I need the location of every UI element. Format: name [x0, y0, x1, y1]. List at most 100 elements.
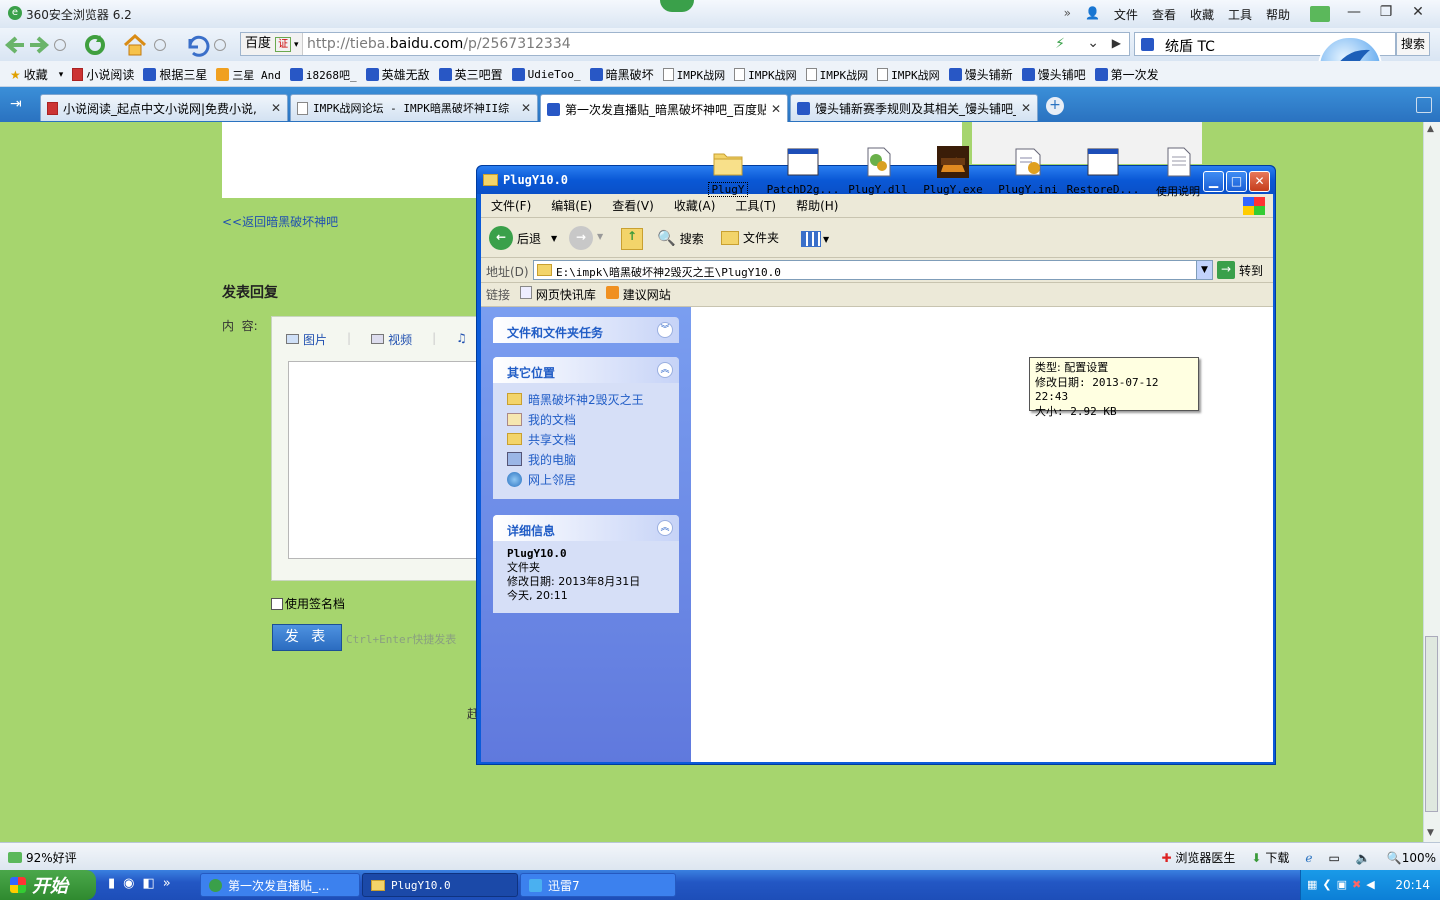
url-text[interactable]: http://tieba.baidu.com/p/2567312334	[307, 36, 571, 52]
home-icon[interactable]	[122, 33, 148, 57]
taskbar-item-browser[interactable]: 第一次发直播贴_...	[200, 873, 360, 897]
file-item-patchd2g[interactable]: PatchD2g...	[761, 146, 845, 196]
volume-icon[interactable]: 🔈	[1356, 851, 1371, 865]
forward-icon[interactable]	[28, 34, 50, 56]
explorer-close-button[interactable]: ✕	[1249, 171, 1270, 192]
address-dropdown-icon[interactable]: ▼	[1196, 261, 1212, 279]
menu-favorites[interactable]: 收藏	[1190, 6, 1214, 23]
rating-status[interactable]: 92%好评	[8, 849, 77, 866]
home-dropdown-icon[interactable]	[154, 39, 166, 51]
insert-image-button[interactable]: 图片	[286, 331, 327, 348]
minimize-button[interactable]: —	[1340, 3, 1368, 23]
explorer-menu-view[interactable]: 查看(V)	[612, 197, 654, 214]
explorer-menu-favorites[interactable]: 收藏(A)	[674, 197, 716, 214]
explorer-views-button[interactable]: ▼	[801, 228, 835, 250]
file-item-plugy-exe[interactable]: PlugY.exe	[911, 146, 995, 196]
security-icon[interactable]: ✖	[1352, 878, 1361, 891]
tab-mantou[interactable]: 馒头铺新赛季规则及其相关_馒头铺吧_ ✕	[790, 94, 1038, 121]
place-parent-folder[interactable]: 暗黑破坏神2毁灭之王	[507, 389, 665, 409]
up-folder-icon[interactable]: ↑	[621, 228, 643, 250]
bookmark-item[interactable]: 英三吧置	[438, 66, 503, 83]
taskbar-item-explorer[interactable]: PlugY10.0	[362, 873, 518, 897]
quicklaunch-media-icon[interactable]: ◧	[143, 876, 155, 891]
bookmark-item[interactable]: UdieToo_	[511, 66, 581, 83]
menu-tools[interactable]: 工具	[1228, 6, 1252, 23]
bookmark-item[interactable]: 小说阅读	[72, 66, 134, 83]
tab-close-icon[interactable]: ✕	[271, 101, 281, 115]
zoom-control[interactable]: 🔍100%	[1387, 851, 1436, 865]
browser-doctor-button[interactable]: ✚ 浏览器医生	[1162, 849, 1236, 866]
file-item-readme[interactable]: 使用说明	[1136, 146, 1220, 199]
go-icon[interactable]: ▶	[1112, 36, 1121, 50]
scroll-down-icon[interactable]: ▼	[1427, 828, 1434, 838]
bookmark-item[interactable]: 第一次发	[1094, 66, 1159, 83]
explorer-menu-file[interactable]: 文件(F)	[491, 197, 531, 214]
tab-novel[interactable]: 小说阅读_起点中文小说网|免费小说, ✕	[40, 94, 288, 121]
address-dropdown-icon[interactable]: ⌄	[1087, 35, 1099, 51]
forward-dropdown-icon[interactable]: ▼	[597, 232, 603, 241]
keyboard-icon[interactable]: ▦	[1307, 878, 1317, 891]
menu-help[interactable]: 帮助	[1266, 6, 1290, 23]
menu-view[interactable]: 查看	[1152, 6, 1176, 23]
tray-expand-icon[interactable]: ❮	[1322, 878, 1331, 891]
tab-close-icon[interactable]: ✕	[1021, 101, 1031, 115]
bookmark-item[interactable]: IMPK战网	[662, 66, 725, 83]
bookmark-favorites[interactable]: ★ 收藏 ▾	[10, 66, 63, 83]
music-icon[interactable]: ♫	[456, 331, 467, 348]
explorer-folders-button[interactable]: 文件夹	[721, 229, 779, 246]
taskbar-item-thunder[interactable]: 迅雷7	[520, 873, 676, 897]
explorer-go-button[interactable]: → 转到	[1217, 261, 1263, 279]
collapse-chevron-icon[interactable]: ︽	[657, 520, 673, 536]
explorer-maximize-button[interactable]: □	[1226, 171, 1247, 192]
signature-checkbox[interactable]	[271, 597, 283, 610]
window-icon[interactable]: ▭	[1328, 851, 1339, 865]
bookmark-item[interactable]: 三星 And	[216, 66, 281, 83]
bookmark-item[interactable]: IMPK战网	[877, 66, 940, 83]
explorer-back-button[interactable]: ← 后退 ▼	[489, 226, 557, 250]
explorer-address-input[interactable]: E:\impk\暗黑破坏神2毁灭之王\PlugY10.0 ▼	[533, 260, 1213, 280]
explorer-menu-edit[interactable]: 编辑(E)	[551, 197, 592, 214]
speaker-icon[interactable]: ◀	[1366, 878, 1374, 891]
address-bar[interactable]: 百度 证 ▾ http://tieba.baidu.com/p/25673123…	[240, 32, 1130, 56]
quicklaunch-browser-icon[interactable]: ◉	[123, 876, 134, 891]
file-item-plugy-dll[interactable]: PlugY.dll	[836, 146, 920, 196]
file-item-restored[interactable]: RestoreD...	[1061, 146, 1145, 196]
tasks-panel[interactable]: 文件和文件夹任务 ︾	[493, 317, 679, 343]
collapse-chevron-icon[interactable]: ︽	[657, 362, 673, 378]
tab-list-icon[interactable]	[1416, 97, 1432, 113]
bookmark-item[interactable]: 馒头铺新	[948, 66, 1013, 83]
back-to-forum-link[interactable]: <<返回暗黑破坏神吧	[222, 213, 338, 230]
bookmark-item[interactable]: IMPK战网	[734, 66, 797, 83]
menu-file[interactable]: 文件	[1114, 6, 1138, 23]
download-button[interactable]: ⬇ 下载	[1251, 849, 1289, 866]
scroll-thumb[interactable]	[1425, 636, 1438, 812]
bookmark-item[interactable]: 根据三星	[143, 66, 207, 83]
tab-impk[interactable]: IMPK战网论坛 - IMPK暗黑破坏神II综 ✕	[290, 94, 538, 121]
network-icon[interactable]: ▣	[1337, 878, 1347, 891]
bookmark-item[interactable]: IMPK战网	[805, 66, 868, 83]
tab-active-live-post[interactable]: 第一次发直播贴_暗黑破坏神吧_百度贴 ✕	[540, 94, 788, 123]
file-item-plugy-folder[interactable]: PlugY	[686, 146, 770, 199]
speed-mode-icon[interactable]: ⚡	[1055, 36, 1065, 52]
insert-video-button[interactable]: 视频	[371, 331, 412, 348]
link-web-slice[interactable]: 网页快讯库	[520, 286, 596, 303]
quicklaunch-app-icon[interactable]: ▮	[108, 876, 115, 891]
signature-option[interactable]: 使用签名档	[271, 595, 345, 612]
tab-close-icon[interactable]: ✕	[521, 101, 531, 115]
ie-mode-icon[interactable]: ℯ	[1305, 851, 1312, 865]
search-engine-selector[interactable]: 百度 证 ▾	[241, 33, 303, 55]
new-tab-icon[interactable]: +	[1046, 97, 1064, 115]
bookmark-item[interactable]: 英雄无敌	[365, 66, 430, 83]
place-my-computer[interactable]: 我的电脑	[507, 449, 665, 469]
start-button[interactable]: 开始	[0, 870, 96, 900]
sidebar-toggle-icon[interactable]: ⇥	[10, 96, 22, 112]
refresh-icon[interactable]	[82, 33, 108, 57]
explorer-forward-icon[interactable]: →	[569, 226, 593, 250]
close-button[interactable]: ✕	[1404, 3, 1432, 23]
explorer-search-button[interactable]: 🔍 搜索	[657, 229, 704, 247]
tab-close-icon[interactable]: ✕	[771, 102, 781, 116]
bookmark-item[interactable]: i8268吧_	[289, 66, 357, 83]
undo-close-icon[interactable]	[184, 33, 210, 57]
baidu-paw-icon[interactable]	[1141, 38, 1154, 51]
place-network[interactable]: 网上邻居	[507, 469, 665, 489]
